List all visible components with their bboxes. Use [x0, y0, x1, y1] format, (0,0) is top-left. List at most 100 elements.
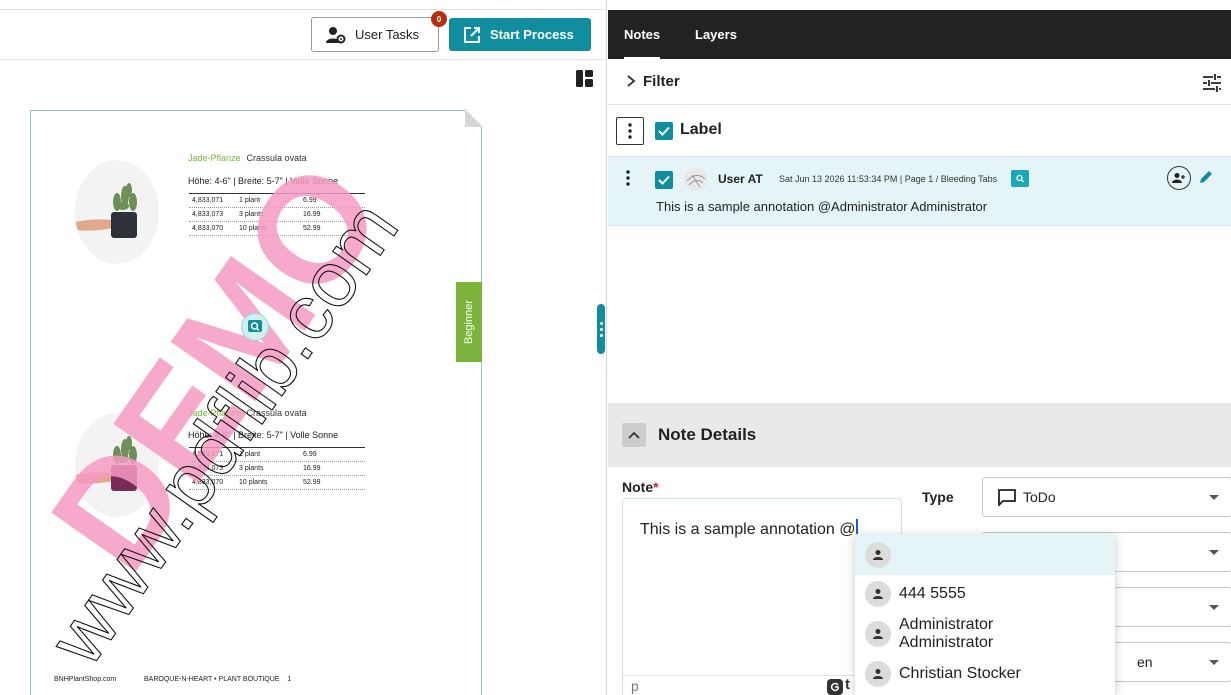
viewer-toolbar: User Tasks 0 Start Process	[0, 10, 607, 60]
price: 6.99	[303, 451, 317, 458]
note-author: User AT	[718, 172, 763, 186]
mention-option[interactable]	[855, 534, 1115, 575]
user-gear-icon	[326, 26, 346, 43]
qty: 10 plants	[239, 479, 268, 486]
qty: 1 plant	[239, 451, 261, 458]
note-label-text: Note	[622, 479, 654, 495]
qty: 3 plants	[239, 211, 264, 218]
grammarly-label: t	[845, 676, 850, 693]
table-row: 4,833,073 3 plants 16.99	[189, 208, 365, 222]
price: 52.99	[303, 225, 321, 232]
annotation-marker[interactable]	[241, 313, 269, 341]
qty: 10 plants	[239, 225, 268, 232]
external-link-icon	[464, 26, 480, 43]
checkmark-icon	[658, 126, 670, 136]
plant-latin: Crassula ovata	[246, 153, 307, 163]
footer-page-number: 1	[287, 676, 292, 683]
price-table: 4,833,071 1 plant 6.99 4,833,073 3 plants 16…	[189, 193, 365, 236]
mention-option-label: 444 5555	[899, 585, 966, 602]
mention-option-label: Christian Stocker	[899, 665, 1021, 682]
label-group-header: Label	[608, 105, 1231, 157]
person-icon	[865, 581, 891, 607]
table-row: 4,833,071 1 plant 6.99	[189, 194, 365, 208]
plant-image	[75, 436, 137, 491]
note-field-label: Note*	[622, 479, 659, 495]
user-tasks-label: User Tasks	[355, 27, 420, 42]
person-icon	[865, 621, 891, 647]
price: 52.99	[303, 479, 321, 486]
sku: 4,833,073	[192, 211, 224, 218]
kebab-menu-icon[interactable]	[626, 170, 630, 186]
document-viewer-pane: User Tasks 0 Start Process Jade-Pflanze …	[0, 0, 607, 695]
dropdown-arrow-icon	[1209, 550, 1219, 555]
note-checkbox[interactable]	[655, 171, 673, 189]
footer-shop: BNHPlantShop.com	[54, 676, 117, 683]
dropdown-arrow-icon	[1209, 660, 1219, 665]
person-icon	[865, 541, 891, 568]
plant-latin: Crassula ovata	[246, 408, 307, 418]
author-avatar	[684, 167, 708, 191]
chevron-right-icon	[627, 75, 636, 87]
label-group-title: Label	[680, 121, 722, 138]
mention-option[interactable]: Administrator Administrator	[855, 616, 1115, 652]
pane-splitter-handle[interactable]	[597, 304, 605, 354]
group-menu-button[interactable]	[616, 117, 644, 145]
tab-notes[interactable]: Notes	[624, 10, 661, 59]
filter-label: Filter	[643, 73, 680, 90]
table-row: 4,833,070 10 plants 52.99	[189, 476, 365, 490]
panel-tabbar: Notes Layers	[608, 10, 1231, 59]
footer-brand-text: BAROQUE-N-HEART • PLANT BOUTIQUE	[144, 676, 280, 683]
pencil-edit-icon[interactable]	[1198, 169, 1214, 185]
panel-top-strip	[608, 0, 1231, 10]
plant-photo	[75, 160, 159, 264]
mention-suggestions-dropdown: 444 5555 Administrator Administrator Chr…	[855, 534, 1115, 695]
top-strip	[0, 0, 607, 10]
tab-layers[interactable]: Layers	[695, 10, 737, 59]
note-details-title: Note Details	[658, 425, 757, 444]
comment-outline-icon	[998, 489, 1016, 506]
plant-title: Jade-Pflanze Crassula ovata	[188, 408, 307, 418]
type-select[interactable]: ToDo	[982, 477, 1231, 517]
mention-option[interactable]: 444 5555	[855, 580, 1115, 608]
mention-option-label: Administrator Administrator	[899, 616, 994, 651]
assign-user-icon[interactable]	[1167, 166, 1191, 190]
grammarly-icon[interactable]	[827, 679, 843, 695]
plant-title: Jade-Pflanze Crassula ovata	[188, 153, 307, 163]
plant-photo	[75, 413, 159, 517]
price-table: 4,833,071 1 plant 6.99 4,833,073 3 plants 16…	[189, 447, 365, 490]
sku: 4,833,071	[192, 451, 224, 458]
note-text-value: This is a sample annotation @	[640, 521, 856, 538]
plant-name: Jade-Pflanze	[188, 153, 241, 163]
sku: 4,833,073	[192, 465, 224, 472]
qty: 1 plant	[239, 197, 261, 204]
price: 6.99	[303, 197, 317, 204]
sku: 4,833,071	[192, 197, 224, 204]
plant-image	[75, 183, 137, 238]
filter-row[interactable]: Filter	[608, 59, 1231, 105]
note-meta: Sat Jun 13 2026 11:53:34 PM | Page 1 / B…	[779, 174, 998, 184]
type-field-label: Type	[922, 489, 954, 505]
label-group-checkbox[interactable]	[655, 122, 673, 140]
dropdown-arrow-icon	[1209, 605, 1219, 610]
tune-settings-icon[interactable]	[1202, 73, 1222, 93]
comment-type-icon	[1011, 170, 1029, 187]
person-icon	[865, 661, 891, 687]
editor-path-indicator: p	[631, 678, 639, 694]
qty: 3 plants	[239, 465, 264, 472]
note-list-item[interactable]: User AT Sat Jun 13 2026 11:53:34 PM | Pa…	[608, 157, 1231, 226]
app-root: User Tasks 0 Start Process Jade-Pflanze …	[0, 0, 1231, 695]
price: 16.99	[303, 465, 321, 472]
checkmark-icon	[658, 175, 670, 185]
collapse-details-button[interactable]	[622, 423, 646, 447]
layout-toggle-icon[interactable]	[575, 69, 594, 88]
plant-name: Jade-Pflanze	[188, 408, 241, 418]
note-content-text: This is a sample annotation @Administrat…	[656, 199, 988, 214]
dropdown-arrow-icon	[1209, 495, 1219, 500]
mention-option[interactable]: Christian Stocker	[855, 660, 1115, 688]
kebab-menu-icon	[628, 123, 632, 139]
start-process-button[interactable]: Start Process	[449, 18, 591, 51]
user-tasks-button[interactable]: User Tasks	[311, 17, 439, 52]
user-tasks-count-badge: 0	[431, 11, 447, 27]
required-mark: *	[653, 479, 659, 495]
beginner-tab-label: Beginner	[463, 299, 476, 345]
